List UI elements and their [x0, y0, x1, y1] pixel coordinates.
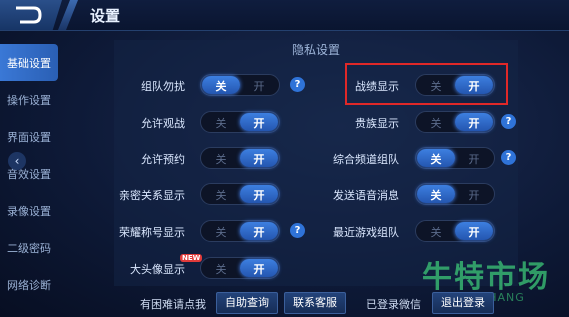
record-display-label: 战绩显示	[355, 80, 399, 93]
logout-button[interactable]: 退出登录	[432, 292, 494, 314]
record-display-toggle[interactable]: 关 开	[415, 74, 495, 96]
toggle-on-option: 开	[253, 153, 265, 166]
honor-title-label: 荣耀称号显示	[119, 226, 185, 239]
toggle-off-option: 关	[430, 117, 442, 130]
help-icon[interactable]: ?	[290, 223, 305, 238]
avatar-display-label: 大头像显示	[130, 263, 185, 276]
toggle-off-option: 关	[430, 189, 442, 202]
sidebar-item-recording[interactable]: 录像设置	[0, 192, 58, 229]
honor-title-toggle[interactable]: 关 开	[200, 220, 280, 242]
noble-display-toggle[interactable]: 关 开	[415, 111, 495, 133]
section-title: 隐私设置	[291, 43, 340, 57]
toggle-off-option: 关	[215, 189, 227, 202]
avatar-display-toggle[interactable]: 关 开	[200, 257, 280, 279]
toggle-off-option: 关	[430, 80, 442, 93]
toggle-on-option: 开	[468, 189, 480, 202]
toggle-on-option: 开	[468, 153, 480, 166]
allow-spectate-toggle[interactable]: 关 开	[200, 111, 280, 133]
back-button[interactable]	[0, 0, 62, 30]
help-icon[interactable]: ?	[290, 77, 305, 92]
wechat-login-status: 已登录微信	[366, 298, 421, 311]
allow-spectate-label: 允许观战	[141, 117, 185, 130]
sidebar: 基础设置 操作设置 界面设置 音效设置 录像设置 二级密码 网络诊断	[0, 44, 58, 303]
title-decoration	[58, 0, 78, 30]
intimate-display-label: 亲密关系显示	[119, 189, 185, 202]
toggle-on-option: 开	[253, 226, 265, 239]
recent-team-toggle[interactable]: 关 开	[415, 220, 495, 242]
contact-service-button[interactable]: 联系客服	[284, 292, 346, 314]
intimate-display-toggle[interactable]: 关 开	[200, 183, 280, 205]
toggle-off-option: 关	[215, 153, 227, 166]
allow-reservation-toggle[interactable]: 关 开	[200, 147, 280, 169]
help-icon[interactable]: ?	[501, 114, 516, 129]
self-help-button[interactable]: 自助查询	[216, 292, 278, 314]
sidebar-item-basic[interactable]: 基础设置	[0, 44, 58, 81]
channel-team-toggle[interactable]: 关 开	[415, 147, 495, 169]
noble-display-label: 贵族显示	[355, 117, 399, 130]
toggle-on-option: 开	[253, 117, 265, 130]
sidebar-item-interface[interactable]: 界面设置	[0, 118, 58, 155]
voice-message-label: 发送语音消息	[333, 189, 399, 202]
team-dnd-toggle[interactable]: 关 开	[200, 74, 280, 96]
help-icon[interactable]: ?	[501, 150, 516, 165]
help-prompt: 有困难请点我	[140, 298, 206, 311]
page-title: 设置	[90, 7, 121, 25]
chevron-left-icon[interactable]: ‹	[8, 152, 26, 170]
toggle-on-option: 开	[468, 117, 480, 130]
toggle-off-option: 关	[215, 226, 227, 239]
toggle-on-option: 开	[253, 189, 265, 202]
toggle-on-option: 开	[253, 263, 265, 276]
toggle-off-option: 关	[215, 80, 227, 93]
recent-team-label: 最近游戏组队	[333, 226, 399, 239]
toggle-off-option: 关	[215, 263, 227, 276]
back-arrow-icon	[16, 6, 42, 24]
sidebar-item-controls[interactable]: 操作设置	[0, 81, 58, 118]
toggle-off-option: 关	[430, 226, 442, 239]
sidebar-item-network[interactable]: 网络诊断	[0, 266, 58, 303]
toggle-on-option: 开	[468, 80, 480, 93]
voice-message-toggle[interactable]: 关 开	[415, 183, 495, 205]
toggle-off-option: 关	[215, 117, 227, 130]
allow-reservation-label: 允许预约	[141, 153, 185, 166]
toggle-on-option: 开	[468, 226, 480, 239]
sidebar-item-secondary-password[interactable]: 二级密码	[0, 229, 58, 266]
team-dnd-label: 组队勿扰	[141, 80, 185, 93]
top-bar: 设置	[0, 0, 569, 31]
new-badge: NEW	[180, 254, 203, 262]
bottom-bar: 有困难请点我 自助查询 联系客服 已登录微信 退出登录	[114, 290, 518, 317]
channel-team-label: 综合频道组队	[333, 153, 399, 166]
toggle-on-option: 开	[253, 80, 265, 93]
toggle-off-option: 关	[430, 153, 442, 166]
